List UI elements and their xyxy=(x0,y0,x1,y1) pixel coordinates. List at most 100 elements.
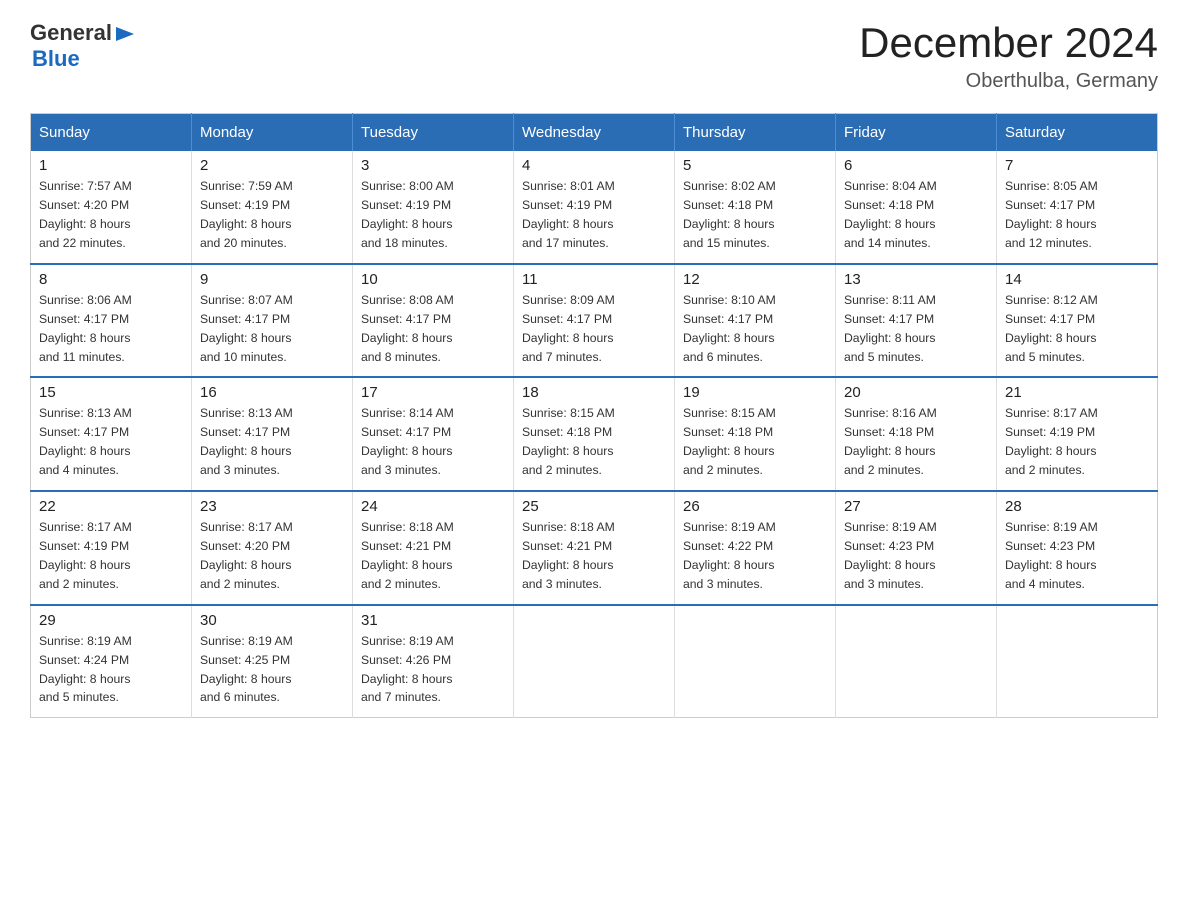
calendar-day-cell: 18 Sunrise: 8:15 AM Sunset: 4:18 PM Dayl… xyxy=(514,377,675,491)
day-info: Sunrise: 8:14 AM Sunset: 4:17 PM Dayligh… xyxy=(361,404,505,480)
day-info: Sunrise: 8:02 AM Sunset: 4:18 PM Dayligh… xyxy=(683,177,827,253)
day-number: 6 xyxy=(844,157,988,174)
day-info: Sunrise: 8:00 AM Sunset: 4:19 PM Dayligh… xyxy=(361,177,505,253)
calendar-day-cell: 5 Sunrise: 8:02 AM Sunset: 4:18 PM Dayli… xyxy=(675,151,836,264)
day-number: 19 xyxy=(683,384,827,401)
calendar-day-cell: 15 Sunrise: 8:13 AM Sunset: 4:17 PM Dayl… xyxy=(31,377,192,491)
day-info: Sunrise: 8:04 AM Sunset: 4:18 PM Dayligh… xyxy=(844,177,988,253)
calendar-day-cell xyxy=(675,605,836,718)
calendar-day-cell: 22 Sunrise: 8:17 AM Sunset: 4:19 PM Dayl… xyxy=(31,491,192,605)
calendar-day-cell: 3 Sunrise: 8:00 AM Sunset: 4:19 PM Dayli… xyxy=(353,151,514,264)
calendar-table: SundayMondayTuesdayWednesdayThursdayFrid… xyxy=(30,113,1158,718)
calendar-day-cell: 12 Sunrise: 8:10 AM Sunset: 4:17 PM Dayl… xyxy=(675,264,836,378)
day-number: 13 xyxy=(844,271,988,288)
calendar-day-cell: 20 Sunrise: 8:16 AM Sunset: 4:18 PM Dayl… xyxy=(836,377,997,491)
day-number: 29 xyxy=(39,612,183,629)
calendar-day-cell: 17 Sunrise: 8:14 AM Sunset: 4:17 PM Dayl… xyxy=(353,377,514,491)
day-info: Sunrise: 8:19 AM Sunset: 4:23 PM Dayligh… xyxy=(1005,518,1149,594)
calendar-day-cell xyxy=(997,605,1158,718)
day-info: Sunrise: 8:08 AM Sunset: 4:17 PM Dayligh… xyxy=(361,291,505,367)
calendar-day-cell: 23 Sunrise: 8:17 AM Sunset: 4:20 PM Dayl… xyxy=(192,491,353,605)
day-info: Sunrise: 8:19 AM Sunset: 4:26 PM Dayligh… xyxy=(361,632,505,708)
day-info: Sunrise: 8:17 AM Sunset: 4:19 PM Dayligh… xyxy=(1005,404,1149,480)
calendar-day-cell: 9 Sunrise: 8:07 AM Sunset: 4:17 PM Dayli… xyxy=(192,264,353,378)
calendar-day-cell xyxy=(514,605,675,718)
calendar-day-cell: 24 Sunrise: 8:18 AM Sunset: 4:21 PM Dayl… xyxy=(353,491,514,605)
day-info: Sunrise: 8:19 AM Sunset: 4:23 PM Dayligh… xyxy=(844,518,988,594)
day-number: 1 xyxy=(39,157,183,174)
day-info: Sunrise: 8:18 AM Sunset: 4:21 PM Dayligh… xyxy=(361,518,505,594)
day-number: 17 xyxy=(361,384,505,401)
day-number: 12 xyxy=(683,271,827,288)
calendar-week-row: 22 Sunrise: 8:17 AM Sunset: 4:19 PM Dayl… xyxy=(31,491,1158,605)
calendar-day-cell xyxy=(836,605,997,718)
day-number: 21 xyxy=(1005,384,1149,401)
calendar-week-row: 15 Sunrise: 8:13 AM Sunset: 4:17 PM Dayl… xyxy=(31,377,1158,491)
calendar-day-cell: 13 Sunrise: 8:11 AM Sunset: 4:17 PM Dayl… xyxy=(836,264,997,378)
calendar-day-cell: 8 Sunrise: 8:06 AM Sunset: 4:17 PM Dayli… xyxy=(31,264,192,378)
day-number: 23 xyxy=(200,498,344,515)
calendar-day-cell: 29 Sunrise: 8:19 AM Sunset: 4:24 PM Dayl… xyxy=(31,605,192,718)
day-info: Sunrise: 8:01 AM Sunset: 4:19 PM Dayligh… xyxy=(522,177,666,253)
day-number: 11 xyxy=(522,271,666,288)
day-number: 31 xyxy=(361,612,505,629)
day-number: 26 xyxy=(683,498,827,515)
calendar-day-cell: 4 Sunrise: 8:01 AM Sunset: 4:19 PM Dayli… xyxy=(514,151,675,264)
calendar-week-row: 29 Sunrise: 8:19 AM Sunset: 4:24 PM Dayl… xyxy=(31,605,1158,718)
day-info: Sunrise: 8:13 AM Sunset: 4:17 PM Dayligh… xyxy=(200,404,344,480)
day-info: Sunrise: 8:17 AM Sunset: 4:20 PM Dayligh… xyxy=(200,518,344,594)
day-number: 7 xyxy=(1005,157,1149,174)
calendar-day-cell: 14 Sunrise: 8:12 AM Sunset: 4:17 PM Dayl… xyxy=(997,264,1158,378)
day-number: 3 xyxy=(361,157,505,174)
calendar-day-cell: 25 Sunrise: 8:18 AM Sunset: 4:21 PM Dayl… xyxy=(514,491,675,605)
weekday-header-row: SundayMondayTuesdayWednesdayThursdayFrid… xyxy=(31,114,1158,152)
day-number: 8 xyxy=(39,271,183,288)
calendar-day-cell: 31 Sunrise: 8:19 AM Sunset: 4:26 PM Dayl… xyxy=(353,605,514,718)
day-info: Sunrise: 8:19 AM Sunset: 4:24 PM Dayligh… xyxy=(39,632,183,708)
day-info: Sunrise: 8:18 AM Sunset: 4:21 PM Dayligh… xyxy=(522,518,666,594)
day-number: 22 xyxy=(39,498,183,515)
day-info: Sunrise: 8:16 AM Sunset: 4:18 PM Dayligh… xyxy=(844,404,988,480)
day-info: Sunrise: 8:09 AM Sunset: 4:17 PM Dayligh… xyxy=(522,291,666,367)
day-info: Sunrise: 8:13 AM Sunset: 4:17 PM Dayligh… xyxy=(39,404,183,480)
weekday-header-saturday: Saturday xyxy=(997,114,1158,152)
day-info: Sunrise: 8:17 AM Sunset: 4:19 PM Dayligh… xyxy=(39,518,183,594)
calendar-day-cell: 11 Sunrise: 8:09 AM Sunset: 4:17 PM Dayl… xyxy=(514,264,675,378)
day-number: 9 xyxy=(200,271,344,288)
day-info: Sunrise: 7:59 AM Sunset: 4:19 PM Dayligh… xyxy=(200,177,344,253)
day-number: 2 xyxy=(200,157,344,174)
day-info: Sunrise: 8:19 AM Sunset: 4:22 PM Dayligh… xyxy=(683,518,827,594)
day-number: 15 xyxy=(39,384,183,401)
calendar-week-row: 8 Sunrise: 8:06 AM Sunset: 4:17 PM Dayli… xyxy=(31,264,1158,378)
calendar-day-cell: 10 Sunrise: 8:08 AM Sunset: 4:17 PM Dayl… xyxy=(353,264,514,378)
logo-blue-text: Blue xyxy=(32,46,80,72)
month-title: December 2024 xyxy=(859,20,1158,66)
logo: General Blue xyxy=(30,20,136,72)
calendar-day-cell: 26 Sunrise: 8:19 AM Sunset: 4:22 PM Dayl… xyxy=(675,491,836,605)
location-title: Oberthulba, Germany xyxy=(859,70,1158,93)
calendar-day-cell: 2 Sunrise: 7:59 AM Sunset: 4:19 PM Dayli… xyxy=(192,151,353,264)
calendar-week-row: 1 Sunrise: 7:57 AM Sunset: 4:20 PM Dayli… xyxy=(31,151,1158,264)
day-number: 24 xyxy=(361,498,505,515)
day-number: 10 xyxy=(361,271,505,288)
calendar-day-cell: 28 Sunrise: 8:19 AM Sunset: 4:23 PM Dayl… xyxy=(997,491,1158,605)
day-info: Sunrise: 8:15 AM Sunset: 4:18 PM Dayligh… xyxy=(522,404,666,480)
calendar-day-cell: 7 Sunrise: 8:05 AM Sunset: 4:17 PM Dayli… xyxy=(997,151,1158,264)
day-number: 28 xyxy=(1005,498,1149,515)
day-info: Sunrise: 8:07 AM Sunset: 4:17 PM Dayligh… xyxy=(200,291,344,367)
calendar-day-cell: 27 Sunrise: 8:19 AM Sunset: 4:23 PM Dayl… xyxy=(836,491,997,605)
logo-general-text: General xyxy=(30,20,112,46)
calendar-day-cell: 6 Sunrise: 8:04 AM Sunset: 4:18 PM Dayli… xyxy=(836,151,997,264)
weekday-header-thursday: Thursday xyxy=(675,114,836,152)
day-number: 20 xyxy=(844,384,988,401)
day-number: 27 xyxy=(844,498,988,515)
day-number: 16 xyxy=(200,384,344,401)
weekday-header-wednesday: Wednesday xyxy=(514,114,675,152)
title-block: December 2024 Oberthulba, Germany xyxy=(859,20,1158,93)
day-info: Sunrise: 8:19 AM Sunset: 4:25 PM Dayligh… xyxy=(200,632,344,708)
day-info: Sunrise: 7:57 AM Sunset: 4:20 PM Dayligh… xyxy=(39,177,183,253)
day-info: Sunrise: 8:12 AM Sunset: 4:17 PM Dayligh… xyxy=(1005,291,1149,367)
day-info: Sunrise: 8:11 AM Sunset: 4:17 PM Dayligh… xyxy=(844,291,988,367)
day-info: Sunrise: 8:15 AM Sunset: 4:18 PM Dayligh… xyxy=(683,404,827,480)
day-number: 14 xyxy=(1005,271,1149,288)
